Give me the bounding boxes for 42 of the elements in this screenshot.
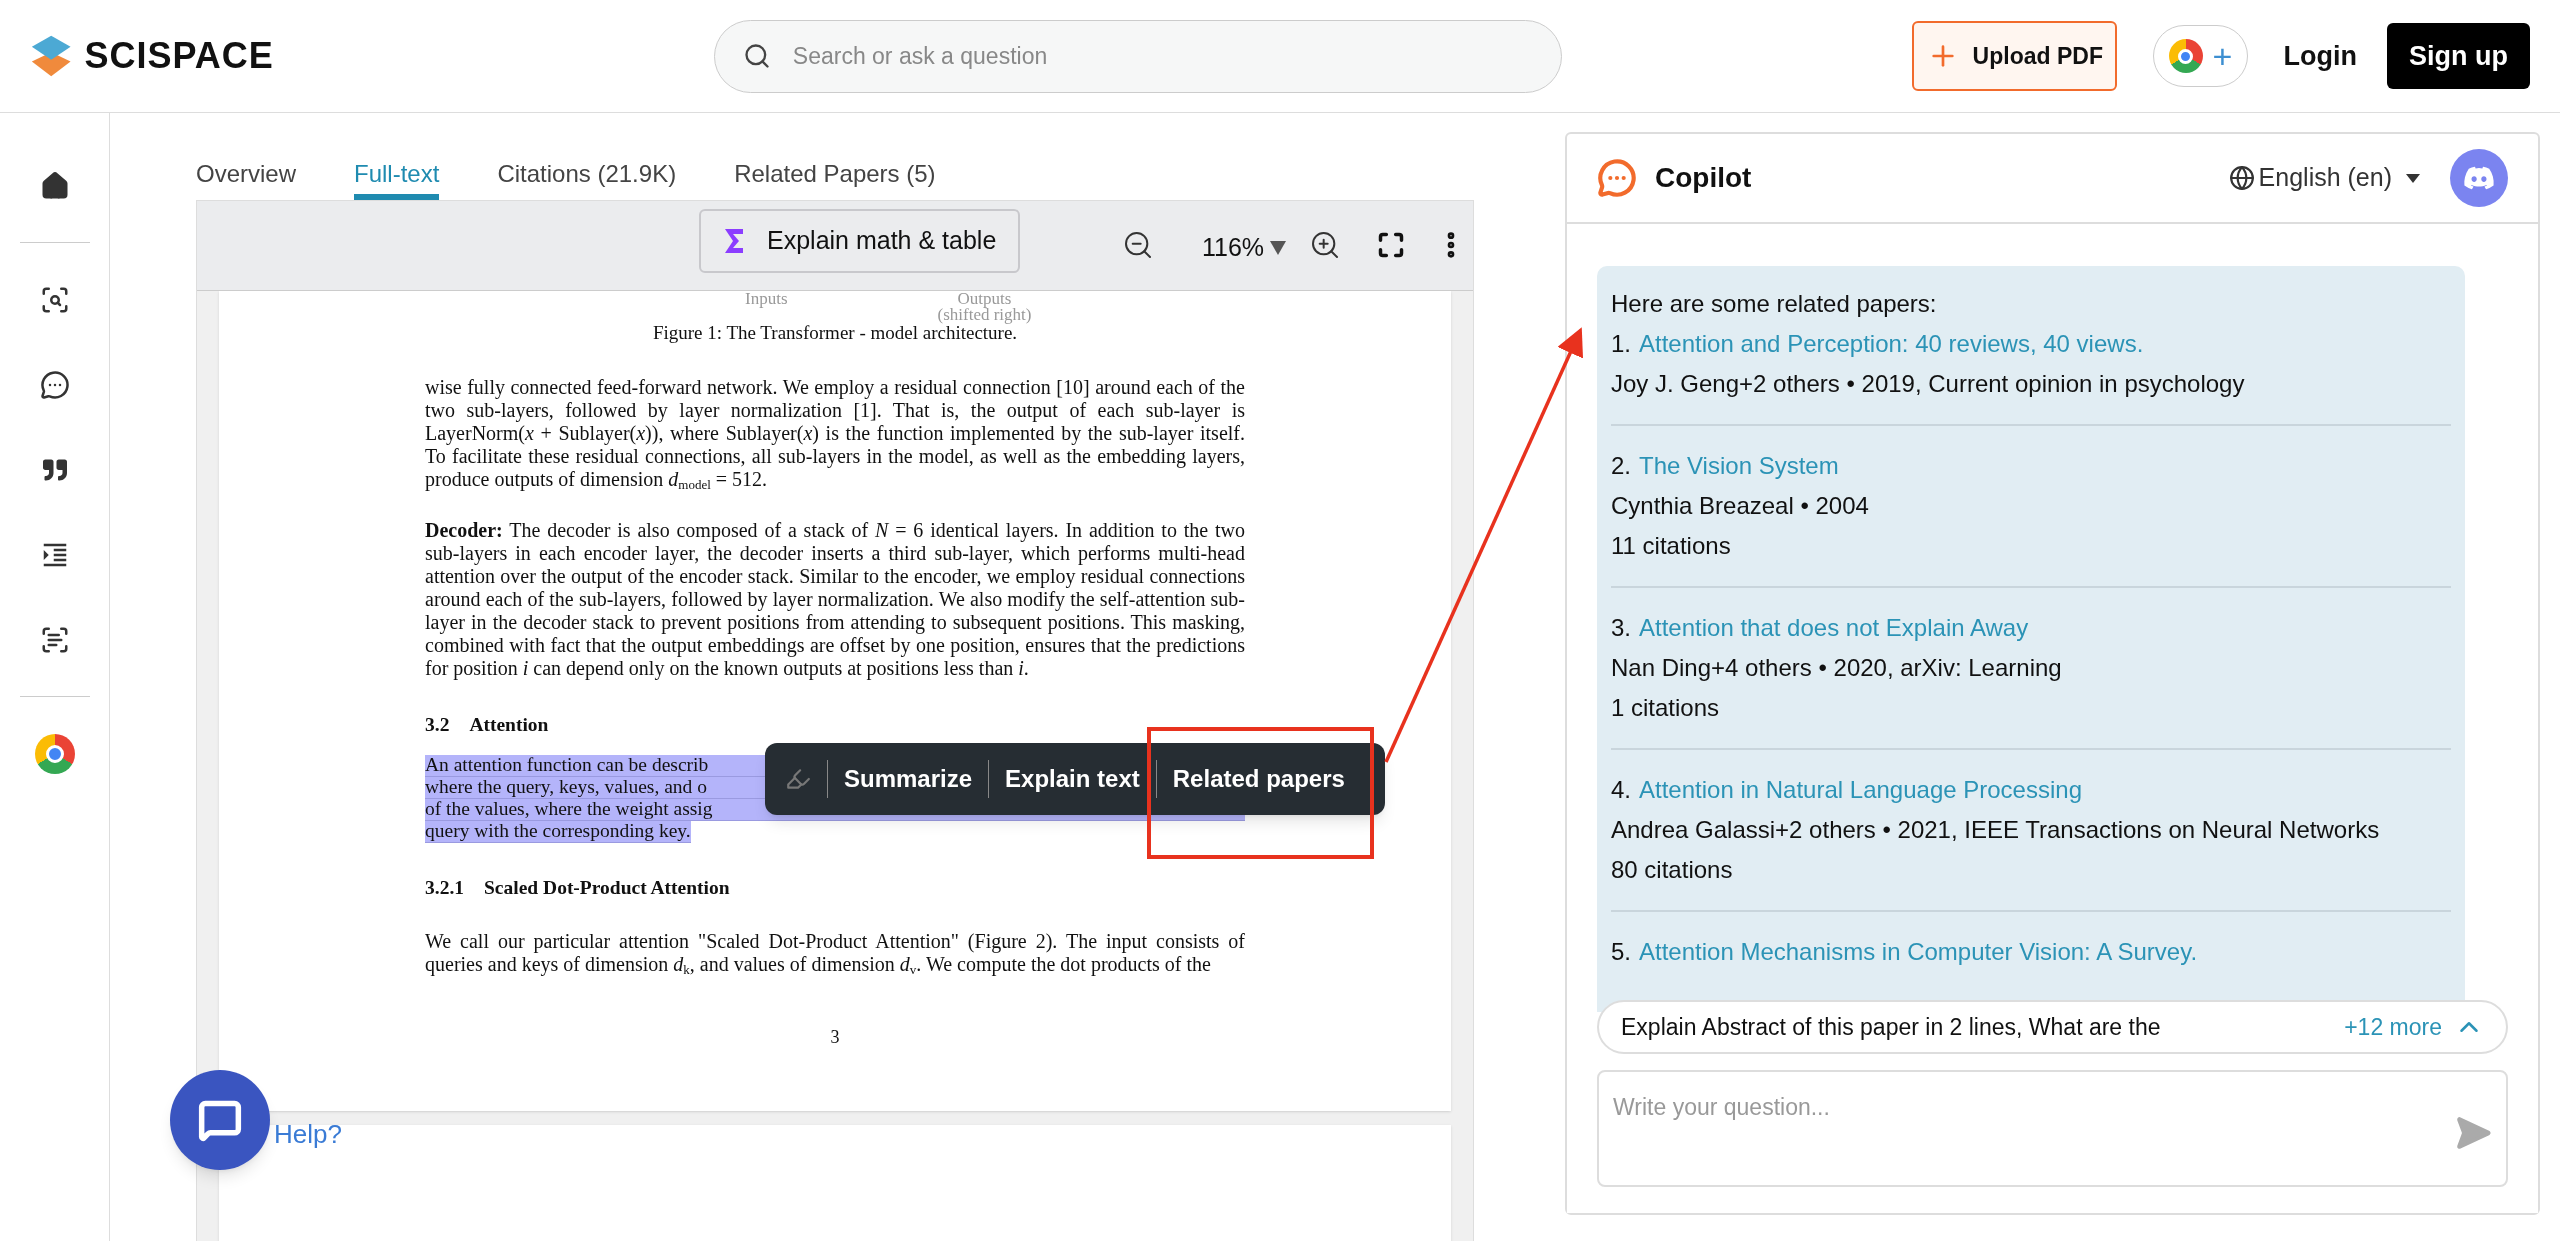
- question-box[interactable]: Write your question...: [1597, 1070, 2508, 1187]
- section-heading: Scaled Dot-Product Attention: [484, 875, 730, 900]
- zoom-level[interactable]: 116%: [1202, 229, 1287, 267]
- paper-meta: Andrea Galassi+2 others • 2021, IEEE Transactions on Neural Networks: [1611, 816, 2380, 843]
- tab[interactable]: Overview: [196, 113, 297, 200]
- page-number: 3: [830, 1027, 840, 1047]
- section-number: 3.2: [425, 712, 450, 737]
- paper-meta: Nan Ding+4 others • 2020, arXiv: Learning: [1611, 654, 2062, 681]
- citation-count: 1 citations: [1611, 694, 1720, 721]
- suggestion-chip[interactable]: Explain Abstract of this paper in 2 lines, What are the +12 more: [1597, 1000, 2508, 1054]
- figure-label: (shifted right): [937, 307, 1032, 323]
- message-text: Here are some related papers:: [1611, 290, 1937, 317]
- upload-button[interactable]: Upload PDF: [1912, 21, 2118, 91]
- explain-math-button[interactable]: Explain math & table: [699, 209, 1021, 273]
- search-box[interactable]: Search or ask a question: [713, 19, 1563, 93]
- copilot-title: Copilot: [1655, 161, 1752, 195]
- figure-label: Outputs: [957, 291, 1012, 307]
- logo-text: SCISPACE: [84, 34, 274, 78]
- section-number: 3.2.1: [425, 875, 464, 900]
- list-number: 1.: [1611, 329, 1631, 359]
- body-paragraph: Decoder: The decoder is also composed of a stack of N = 6 identical layers. In addition to the two sub-layers in each encoder layer, the decoder inserts a third sub-layer, which performs multi-head attention over the output of the encoder stack. Similar to the encoder, we employ residual connections around each of the sub-layers, followed by layer normalization. We also modify the self-attention sub-layer in the decoder stack to prevent positions from attending to subsequent positions. This masking, combined with fact that the output embeddings are offset by one position, ensures that the predictions for position i can depend only on the known outputs at positions less than i.: [425, 518, 1245, 680]
- list-number: 3.: [1611, 613, 1631, 643]
- section-heading: Attention: [469, 712, 549, 737]
- help-link[interactable]: Help?: [274, 1114, 342, 1154]
- citation-count: 11 citations: [1611, 532, 1731, 559]
- signup-button[interactable]: Sign up: [2387, 23, 2530, 89]
- list-number: 2.: [1611, 451, 1631, 481]
- tab[interactable]: Related Papers (5): [734, 113, 936, 200]
- list-number: 4.: [1611, 775, 1631, 805]
- question-input[interactable]: Write your question...: [1613, 1090, 2454, 1125]
- paper-meta: Joy J. Geng+2 others • 2019, Current opinion in psychology: [1611, 370, 2245, 397]
- body-paragraph: wise fully connected feed-forward network. We employ a residual connection [10] around each of the two sub-layers, followed by layer normalization [1]. That is, the output of each sub-layer is LayerNorm(x + Sublayer(x)), where Sublayer(x) is the function implemented by the sub-layer itself. To facilitate these residual connections, all sub-layers in the model, as well as the embedding layers, produce outputs of dimension d$_{model}$ = 512.: [425, 375, 1245, 491]
- tab[interactable]: Citations (21.9K): [497, 113, 677, 200]
- figure-label: Inputs: [745, 291, 788, 310]
- login-link[interactable]: Login: [2283, 35, 2358, 77]
- citation-count: 80 citations: [1611, 856, 1733, 883]
- list-number: 5.: [1611, 937, 1631, 967]
- search-field[interactable]: Search or ask a question: [792, 38, 1534, 74]
- language-selector[interactable]: English (en): [2228, 159, 2420, 197]
- body-paragraph: We call our particular attention "Scaled Dot-Product Attention" (Figure 2). The input consists of queries and keys of dimension d$_{k}$, and values of dimension d$_{v}$. We compute the dot products of the: [425, 930, 1245, 976]
- paper-meta: Cynthia Breazeal • 2004: [1611, 492, 1869, 519]
- highlighted-text: query with the corresponding key.: [425, 820, 691, 843]
